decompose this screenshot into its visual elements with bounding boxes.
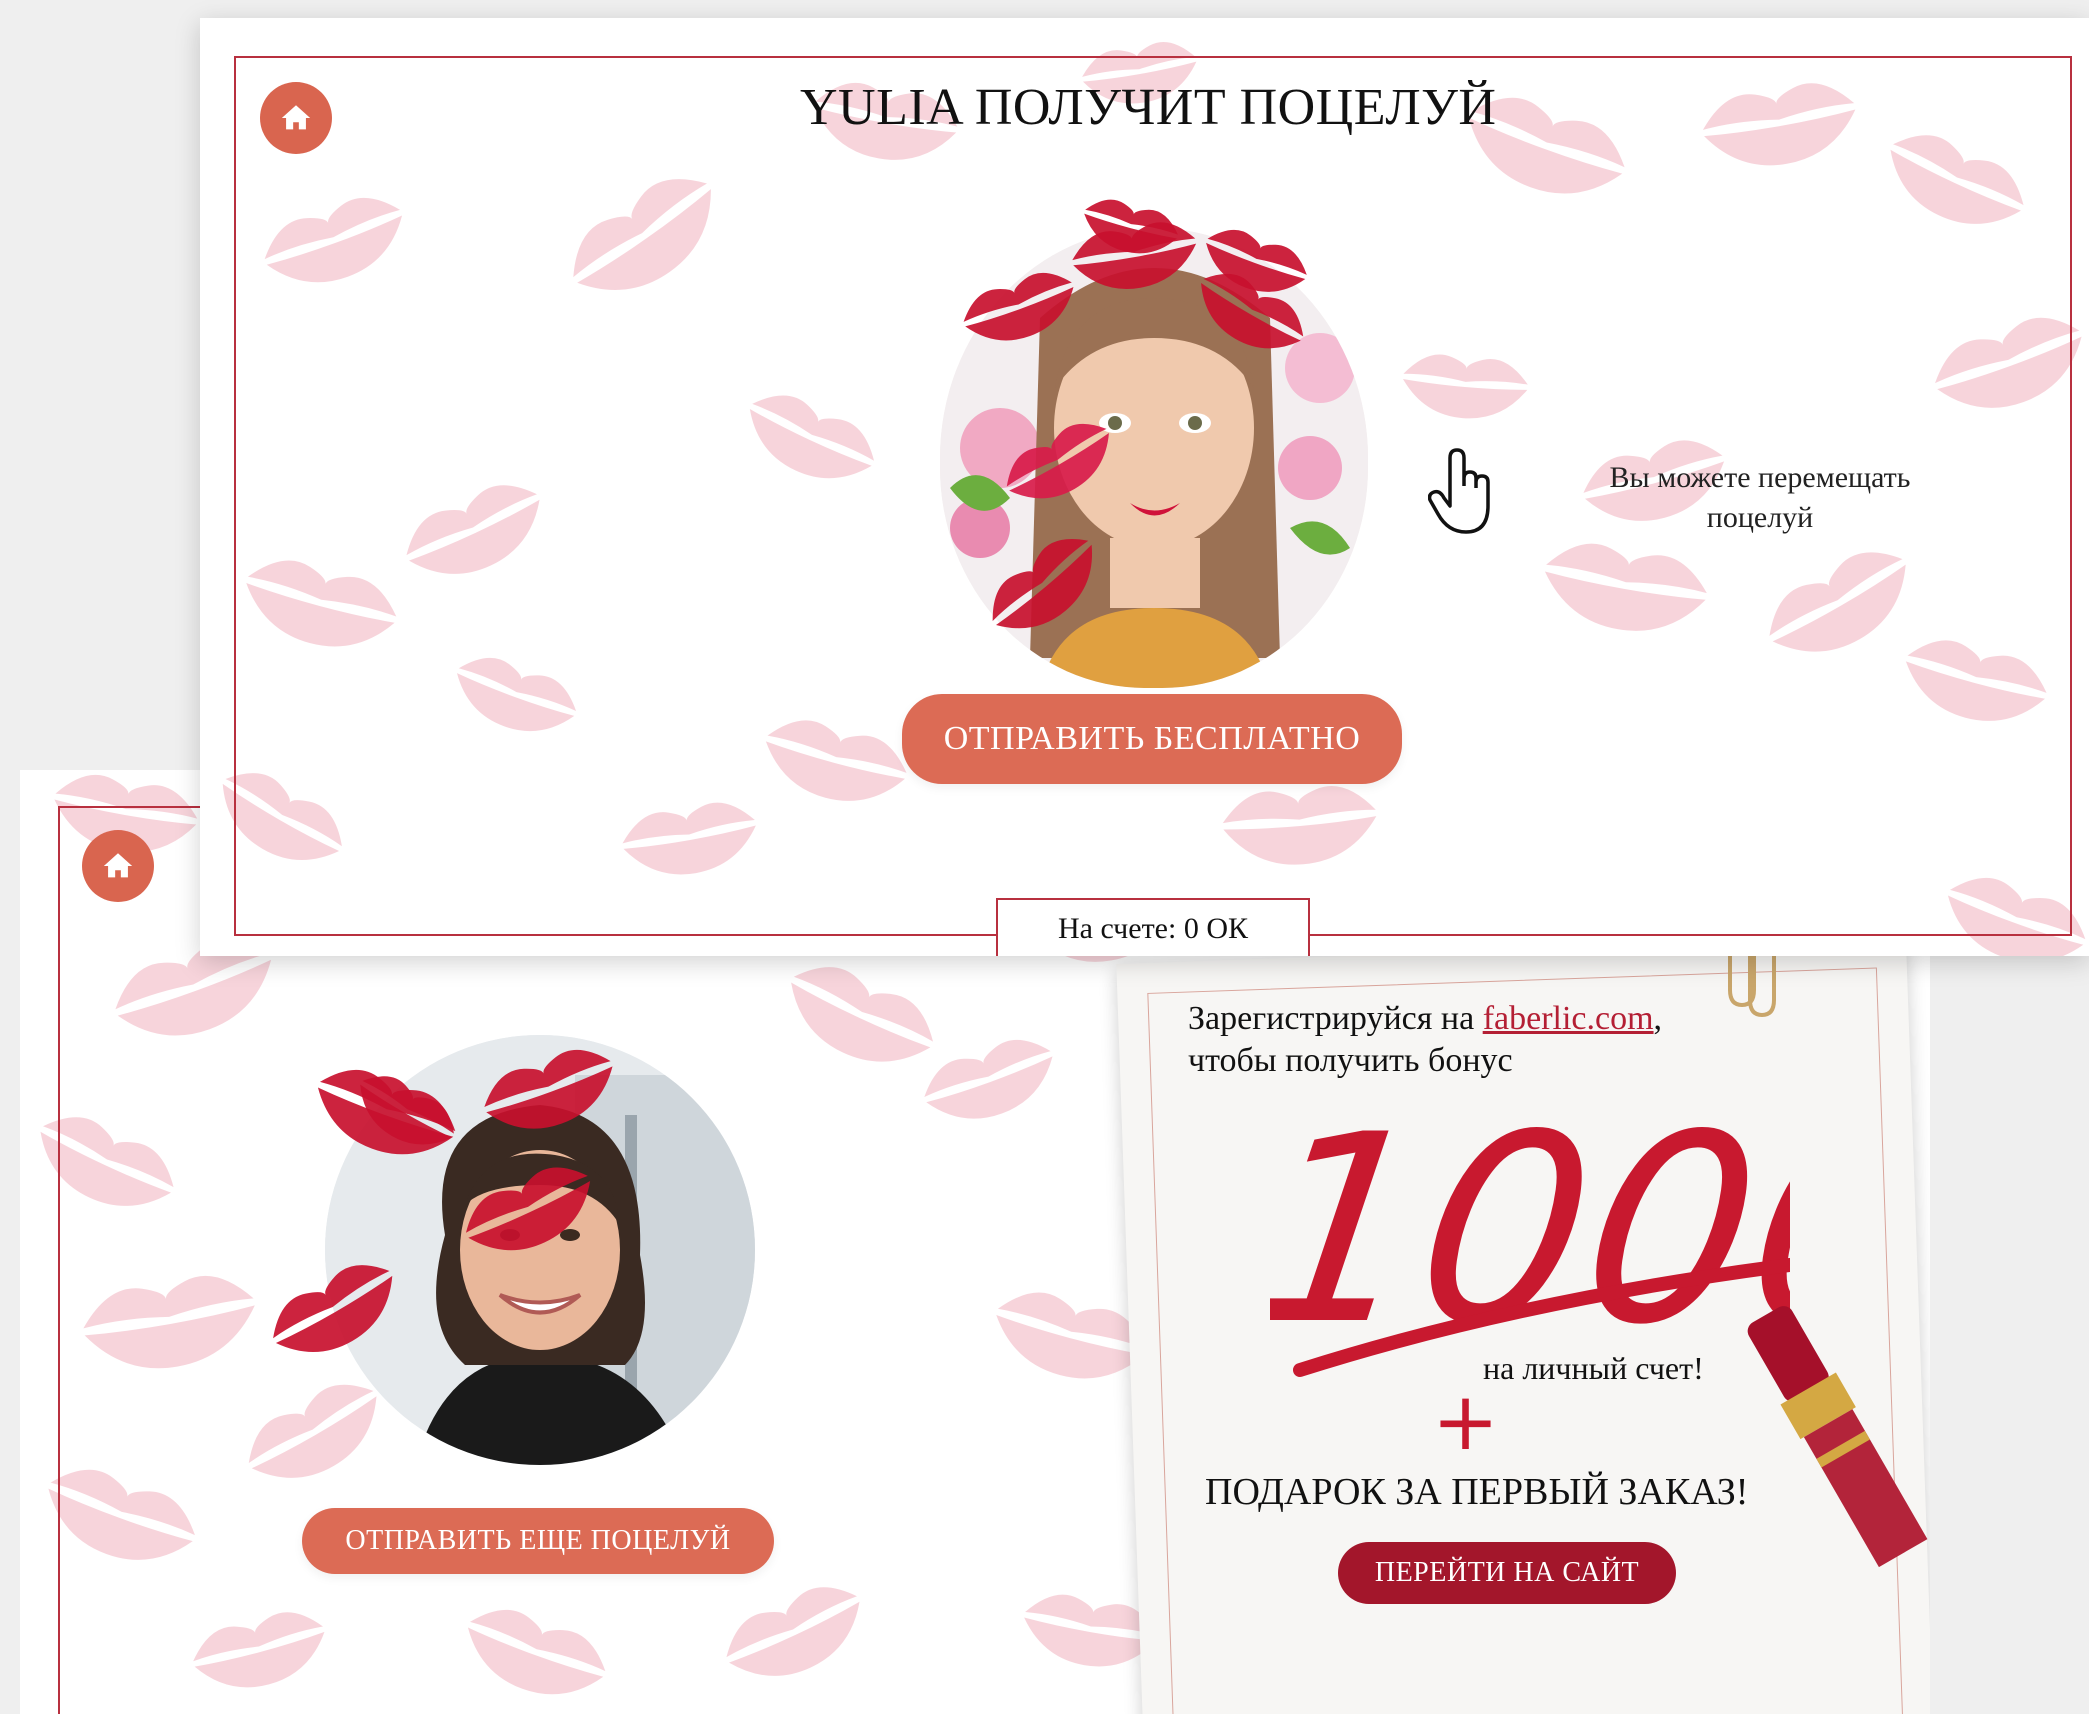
hand-pointer-icon [1428, 448, 1490, 534]
lip-print-icon [231, 539, 410, 670]
go-to-site-button[interactable]: ПЕРЕЙТИ НА САЙТ [1338, 1542, 1676, 1604]
lip-print-icon [450, 1587, 621, 1714]
gift-text: ПОДАРОК ЗА ПЕРВЫЙ ЗАКАЗ! [1205, 1471, 1749, 1513]
lip-print-icon [729, 372, 891, 505]
plus-sign: + [1432, 1375, 1500, 1468]
lip-print-icon [1930, 855, 2089, 956]
lip-print-icon [709, 1562, 882, 1705]
balance-text: На счете: 0 ОК [1057, 912, 1249, 945]
lip-print-icon [200, 748, 361, 889]
balance-tab: На счете: 0 ОК [996, 898, 1310, 956]
lip-print-icon [389, 460, 562, 603]
lip-print-icon [1216, 771, 1383, 878]
drag-hint: Вы можете перемещать поцелуй [1609, 461, 1911, 534]
home-button[interactable] [260, 82, 332, 154]
home-icon [281, 105, 311, 130]
lip-print-icon [547, 148, 743, 326]
send-again-button[interactable]: ОТПРАВИТЬ ЕЩЕ ПОЦЕЛУЙ [302, 1508, 774, 1574]
lip-print-icon [182, 1593, 338, 1708]
bonus-amount-text: 1000 р. [1270, 1078, 1790, 1382]
page-title: YULIA ПОЛУЧИТ ПОЦЕЛУЙ [800, 79, 1497, 136]
lip-print-icon [1891, 620, 2059, 743]
lip-print-icon [1693, 65, 1867, 184]
lip-print-icon [751, 700, 919, 823]
lip-print-icon [29, 1445, 211, 1587]
lip-print-icon [1533, 524, 1718, 651]
faberlic-link[interactable]: faberlic.com [1483, 1000, 1654, 1037]
lip-print-icon [441, 638, 589, 754]
lip-print-icon [72, 1255, 267, 1389]
send-free-button[interactable]: ОТПРАВИТЬ БЕСПЛАТНО [902, 694, 1402, 784]
account-text: на личный счет! [1483, 1350, 1704, 1386]
lip-print-icon [1919, 293, 2089, 435]
home-icon [103, 853, 133, 878]
send-kiss-card: YULIA ПОЛУЧИТ ПОЦЕЛУЙ Вы можете перемеща… [200, 18, 2089, 956]
lip-print-icon [1869, 110, 2042, 253]
lip-print-icon [20, 1092, 191, 1235]
lip-print-icon [614, 786, 766, 891]
lipstick-icon [1747, 1306, 1928, 1568]
lip-print-icon [1397, 342, 1533, 430]
home-button[interactable] [82, 830, 154, 902]
lip-print-icon [250, 175, 421, 309]
